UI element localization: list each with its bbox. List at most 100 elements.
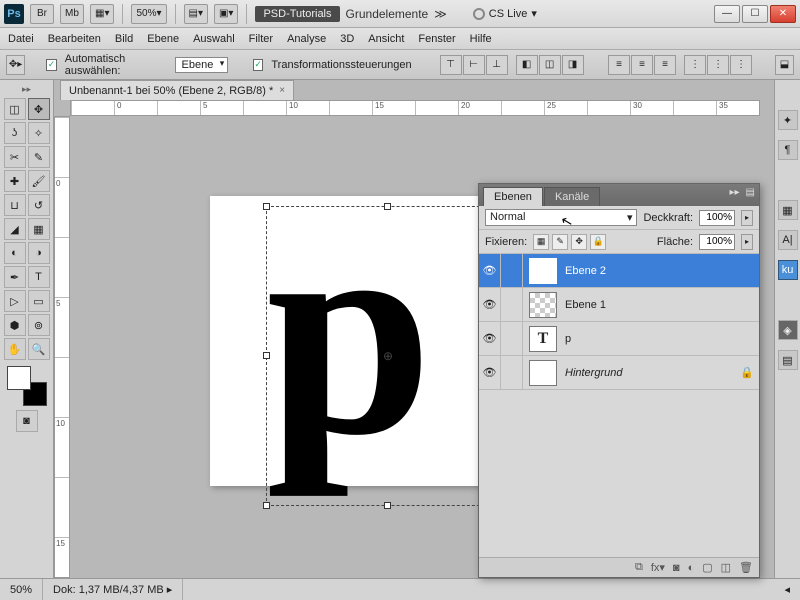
menu-datei[interactable]: Datei [8, 33, 34, 45]
arrange-button[interactable]: ▤▾ [184, 4, 208, 24]
tool-pen[interactable]: ✒ [4, 266, 26, 288]
align-left-icon[interactable]: ◧ [516, 55, 538, 75]
fill-flyout-icon[interactable]: ▸ [741, 234, 753, 250]
transform-checkbox[interactable]: ✓ [253, 59, 264, 71]
menu-analyse[interactable]: Analyse [287, 33, 326, 45]
fill-field[interactable] [699, 234, 735, 250]
layer-name[interactable]: p [563, 333, 759, 345]
dist-right-icon[interactable]: ⋮ [730, 55, 752, 75]
opacity-field[interactable] [699, 210, 735, 226]
dock-paragraph-icon[interactable]: ¶ [778, 140, 798, 160]
workspace-more-icon[interactable]: ≫ [434, 7, 447, 21]
tool-blur[interactable]: ◐ [4, 242, 26, 264]
tool-3d[interactable]: ⬢ [4, 314, 26, 336]
adjust-icon[interactable]: ◐ [688, 562, 695, 574]
tool-wand[interactable]: ✧ [28, 122, 50, 144]
close-doc-icon[interactable]: × [279, 85, 285, 96]
maximize-button[interactable]: ☐ [742, 5, 768, 23]
tool-stamp[interactable]: ⊔ [4, 194, 26, 216]
dock-channels-icon[interactable]: ▤ [778, 350, 798, 370]
visibility-icon[interactable]: 👁 [479, 254, 501, 287]
layer-thumb[interactable]: p [529, 258, 557, 284]
dist-top-icon[interactable]: ≡ [608, 55, 630, 75]
tool-eyedropper[interactable]: ✎ [28, 146, 50, 168]
workspace-badge[interactable]: PSD-Tutorials [255, 6, 339, 22]
align-bottom-icon[interactable]: ⊥ [486, 55, 508, 75]
lock-all-icon[interactable]: 🔒 [590, 234, 606, 250]
layer-row[interactable]: 👁 T p [479, 322, 759, 356]
tab-ebenen[interactable]: Ebenen [483, 187, 543, 206]
tool-gradient[interactable]: ▦ [28, 218, 50, 240]
menu-filter[interactable]: Filter [249, 33, 273, 45]
photoshop-icon[interactable]: Ps [4, 4, 24, 24]
autoselect-mode-dropdown[interactable]: Ebene [175, 57, 229, 73]
layer-row[interactable]: 👁 p Ebene 2 [479, 254, 759, 288]
dock-character-icon[interactable]: ✦ [778, 110, 798, 130]
tool-3dcam[interactable]: ⊚ [28, 314, 50, 336]
visibility-icon[interactable]: 👁 [479, 322, 501, 355]
visibility-icon[interactable]: 👁 [479, 288, 501, 321]
layer-row[interactable]: 👁 Hintergrund 🔒 [479, 356, 759, 390]
autoalign-icon[interactable]: ⬓ [775, 55, 794, 75]
status-docinfo[interactable]: Dok: 1,37 MB/4,37 MB ▸ [43, 579, 183, 600]
tool-history[interactable]: ↺ [28, 194, 50, 216]
move-tool-preset[interactable]: ✥▸ [6, 55, 25, 75]
fx-icon[interactable]: fx▾ [651, 561, 665, 574]
new-layer-icon[interactable]: ◫ [721, 561, 731, 574]
menu-ansicht[interactable]: Ansicht [368, 33, 404, 45]
color-swatches[interactable] [7, 366, 47, 406]
panel-collapse-icon[interactable]: ▸▸ [730, 187, 740, 198]
dist-bottom-icon[interactable]: ≡ [654, 55, 676, 75]
tool-zoom[interactable]: 🔍 [28, 338, 50, 360]
layer-name[interactable]: Ebene 2 [563, 265, 759, 277]
zoom-level-dropdown[interactable]: 50% ▾ [131, 4, 166, 24]
dock-styles-icon[interactable]: A| [778, 230, 798, 250]
dock-kuler-icon[interactable]: ku [778, 260, 798, 280]
lock-transparent-icon[interactable]: ▦ [533, 234, 549, 250]
bridge-button[interactable]: Br [30, 4, 54, 24]
tool-hand[interactable]: ✋ [4, 338, 26, 360]
blendmode-dropdown[interactable]: Normal▾ [485, 209, 637, 226]
tool-dodge[interactable]: ◑ [28, 242, 50, 264]
close-button[interactable]: ✕ [770, 5, 796, 23]
tool-shape[interactable]: ▭ [28, 290, 50, 312]
layer-thumb[interactable]: T [529, 326, 557, 352]
tab-kanaele[interactable]: Kanäle [544, 187, 600, 206]
minimize-button[interactable]: — [714, 5, 740, 23]
menu-3d[interactable]: 3D [340, 33, 354, 45]
dock-layers-icon[interactable]: ◈ [778, 320, 798, 340]
lock-pixels-icon[interactable]: ✎ [552, 234, 568, 250]
tool-type[interactable]: T [28, 266, 50, 288]
layer-name[interactable]: Hintergrund [563, 367, 735, 379]
menu-bild[interactable]: Bild [115, 33, 133, 45]
tool-eraser[interactable]: ◢ [4, 218, 26, 240]
layer-thumb[interactable] [529, 360, 557, 386]
view-extras-button[interactable]: ▦▾ [90, 4, 114, 24]
tool-brush[interactable]: 🖌 [28, 170, 50, 192]
menu-bearbeiten[interactable]: Bearbeiten [48, 33, 101, 45]
align-hmid-icon[interactable]: ◫ [539, 55, 561, 75]
status-zoom[interactable]: 50% [0, 579, 43, 600]
dock-swatches-icon[interactable]: ▦ [778, 200, 798, 220]
opacity-flyout-icon[interactable]: ▸ [741, 210, 753, 226]
mask-icon[interactable]: ◙ [673, 562, 680, 574]
align-top-icon[interactable]: ⊤ [440, 55, 462, 75]
screenmode-button[interactable]: ▣▾ [214, 4, 238, 24]
foreground-color[interactable] [7, 366, 31, 390]
tool-path[interactable]: ▷ [4, 290, 26, 312]
layer-name[interactable]: Ebene 1 [563, 299, 759, 311]
layer-row[interactable]: 👁 Ebene 1 [479, 288, 759, 322]
tool-heal[interactable]: ✚ [4, 170, 26, 192]
workspace-name[interactable]: Grundelemente [346, 7, 429, 21]
lock-position-icon[interactable]: ✥ [571, 234, 587, 250]
visibility-icon[interactable]: 👁 [479, 356, 501, 389]
panel-menu-icon[interactable]: ▤ [746, 187, 755, 198]
quickmask-button[interactable]: ◙ [16, 410, 38, 432]
delete-layer-icon[interactable]: 🗑 [739, 561, 753, 574]
menu-ebene[interactable]: Ebene [147, 33, 179, 45]
cslive-button[interactable]: CS Live ▾ [473, 7, 537, 20]
tool-marquee[interactable]: ◫ [4, 98, 26, 120]
link-layers-icon[interactable]: ⧉ [635, 561, 643, 574]
dist-vmid-icon[interactable]: ≡ [631, 55, 653, 75]
layer-thumb[interactable] [529, 292, 557, 318]
